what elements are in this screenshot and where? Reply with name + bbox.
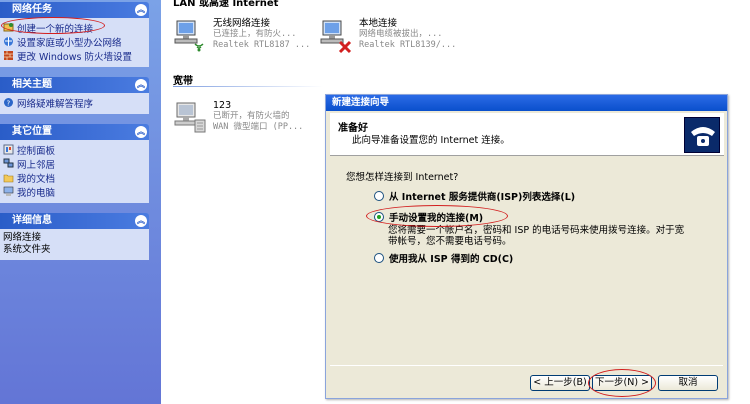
panel-title: 相关主题 [12,79,52,90]
next-button[interactable]: 下一步(N) > [592,375,652,391]
radio-isp-cd[interactable] [374,253,384,263]
panel-related-topics: 相关主题 ︽ ? 网络疑难解答程序 [0,77,149,114]
dialog-separator [330,365,723,366]
network-places-icon [3,158,14,168]
panel-body: 网络连接 系统文件夹 [0,229,149,260]
local-connection-icon [319,18,355,56]
back-button[interactable]: < 上一步(B) [530,375,590,391]
option-isp-list[interactable]: 从 Internet 服务提供商(ISP)列表选择(L) [374,189,575,203]
task-setup-home-network[interactable]: 设置家庭或小型办公网络 [3,35,146,49]
panel-body: 创建一个新的连接 设置家庭或小型办公网络 更改 Windows 防火墙设置 [0,18,149,67]
task-network-troubleshooter[interactable]: ? 网络疑难解答程序 [3,96,146,110]
place-control-panel[interactable]: 控制面板 [3,143,146,157]
group-title-lan: LAN 或高速 Internet [173,0,279,9]
help-icon: ? [4,98,13,108]
wizard-header: 准备好 此向导准备设置您的 Internet 连接。 [330,113,724,156]
task-pane: 网络任务 ︽ 创建一个新的连接 设置家庭或小型办公网络 更改 Windows 防… [0,0,161,404]
collapse-chevron-icon[interactable]: ︽ [135,126,147,138]
panel-header-details[interactable]: 详细信息 ︽ [0,213,149,229]
panel-other-places: 其它位置 ︽ 控制面板 网上邻居 我的文档 我的电脑 [0,124,149,203]
manual-setup-description: 您将需要一个帐户名，密码和 ISP 的电话号码来使用拨号连接。对于宽带帐号，您不… [388,225,685,247]
details-name: 网络连接 [3,232,42,243]
collapse-chevron-icon[interactable]: ︽ [135,215,147,227]
panel-title: 网络任务 [12,4,52,15]
group-divider [173,86,323,87]
control-panel-icon [3,144,14,155]
panel-body: ? 网络疑难解答程序 [0,93,149,114]
broadband-connection-icon [173,100,209,138]
new-connection-icon [3,23,14,32]
collapse-chevron-icon[interactable]: ︽ [135,79,147,91]
new-connection-wizard-dialog: 新建连接向导 准备好 此向导准备设置您的 Internet 连接。 您想怎样连接… [325,94,728,399]
panel-header-related-topics[interactable]: 相关主题 ︽ [0,77,149,93]
connection-device: WAN 微型端口 (PP... [213,122,304,132]
group-title-broadband: 宽带 [173,76,193,87]
wizard-header-subtitle: 此向导准备设置您的 Internet 连接。 [352,135,510,146]
connection-local[interactable]: 本地连接 网络电缆被拔出，... Realtek RTL8139/... [319,18,456,56]
panel-title: 详细信息 [12,215,52,226]
panel-title: 其它位置 [12,126,52,137]
folder-icon [3,174,14,183]
wizard-question: 您想怎样连接到 Internet? [346,172,459,183]
connection-broadband-123[interactable]: 123 已断开，有防火墙的 WAN 微型端口 (PP... [173,100,303,138]
panel-header-network-tasks[interactable]: 网络任务 ︽ [0,2,149,18]
cancel-button[interactable]: 取消 [658,375,718,391]
connection-name: 123 [213,100,232,111]
option-isp-cd[interactable]: 使用我从 ISP 得到的 CD(C) [374,251,513,265]
option-manual-setup[interactable]: 手动设置我的连接(M) [374,210,483,224]
radio-manual-setup[interactable] [374,212,384,222]
connection-status: 已断开，有防火墙的 [213,111,290,121]
computer-icon [3,186,14,196]
connection-device: Realtek RTL8139/... [359,40,457,50]
place-my-documents[interactable]: 我的文档 [3,171,146,185]
task-change-firewall[interactable]: 更改 Windows 防火墙设置 [3,49,146,63]
radio-isp-list[interactable] [374,191,384,201]
connection-name: 本地连接 [359,18,398,29]
panel-network-tasks: 网络任务 ︽ 创建一个新的连接 设置家庭或小型办公网络 更改 Windows 防… [0,2,149,67]
connection-wireless[interactable]: 无线网络连接 已连接上，有防火... Realtek RTL8187 ... [173,18,310,56]
wireless-connection-icon [173,18,209,56]
task-create-connection[interactable]: 创建一个新的连接 [3,21,146,35]
panel-details: 详细信息 ︽ 网络连接 系统文件夹 [0,213,149,260]
home-network-icon [4,37,13,46]
panel-header-other-places[interactable]: 其它位置 ︽ [0,124,149,140]
place-network-neighborhood[interactable]: 网上邻居 [3,157,146,171]
panel-body: 控制面板 网上邻居 我的文档 我的电脑 [0,140,149,203]
dialog-title-bar[interactable]: 新建连接向导 [326,95,727,111]
connection-status: 网络电缆被拔出，... [359,29,443,39]
svg-text:?: ? [7,100,11,108]
collapse-chevron-icon[interactable]: ︽ [135,4,147,16]
details-type: 系统文件夹 [3,244,51,255]
wizard-phone-logo-icon [684,117,720,153]
connection-device: Realtek RTL8187 ... [213,40,311,50]
connection-name: 无线网络连接 [213,18,271,29]
firewall-icon [4,51,13,60]
place-my-computer[interactable]: 我的电脑 [3,185,146,199]
connection-status: 已连接上，有防火... [213,29,297,39]
